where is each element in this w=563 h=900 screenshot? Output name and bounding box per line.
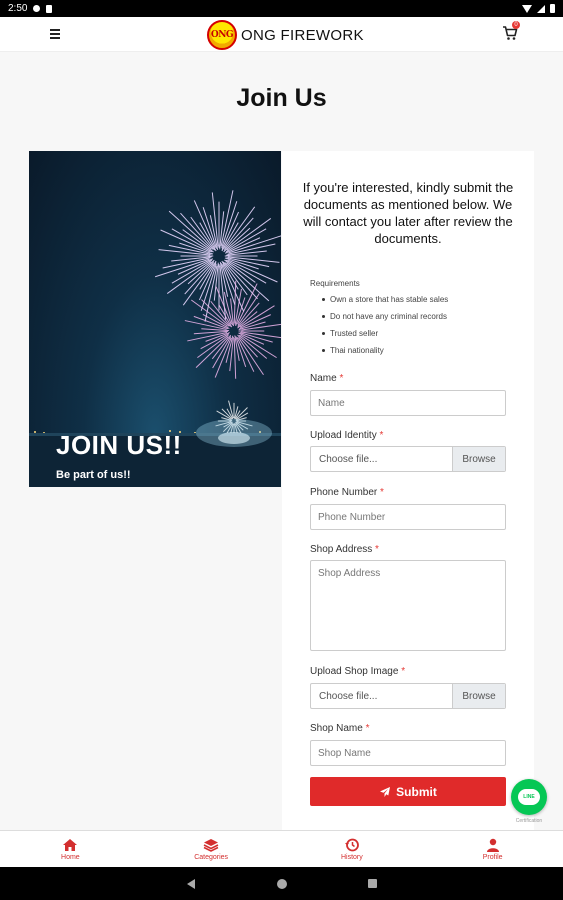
hamburger-line	[50, 37, 60, 39]
phone-input[interactable]	[310, 504, 506, 530]
line-chat-button[interactable]: LINE	[511, 779, 547, 815]
cart-badge: 0	[512, 21, 520, 29]
shop-image-file-input[interactable]: Choose file... Browse	[310, 683, 506, 709]
home-icon	[63, 838, 78, 851]
identity-file-name[interactable]: Choose file...	[311, 447, 452, 471]
requirement-item: Trusted seller	[322, 328, 448, 345]
identity-label-text: Upload Identity	[310, 430, 377, 441]
back-icon[interactable]	[187, 879, 195, 889]
identity-browse-button[interactable]: Browse	[452, 447, 505, 471]
hamburger-line	[50, 33, 60, 35]
shop-image-browse-button[interactable]: Browse	[452, 684, 505, 708]
wifi-icon	[522, 4, 532, 13]
requirement-item: Do not have any criminal records	[322, 311, 448, 328]
required-mark: *	[375, 544, 379, 555]
phone-label-text: Phone Number	[310, 487, 378, 498]
shop-image-file-name[interactable]: Choose file...	[311, 684, 452, 708]
identity-label: Upload Identity *	[310, 430, 383, 441]
nav-item-categories[interactable]: Categories	[141, 831, 282, 867]
profile-icon	[486, 838, 499, 852]
submit-button[interactable]: Submit	[310, 777, 506, 806]
page-title: Join Us	[236, 84, 327, 112]
shop-name-input[interactable]	[310, 740, 506, 766]
shop-name-label-text: Shop Name	[310, 723, 363, 734]
submit-label: Submit	[396, 784, 437, 799]
nav-item-history[interactable]: History	[282, 831, 423, 867]
fab-caption: Certification	[515, 818, 543, 824]
required-mark: *	[339, 373, 344, 384]
requirements-title: Requirements	[310, 279, 360, 288]
logo-text: ONG	[210, 30, 234, 40]
recents-icon[interactable]	[368, 879, 377, 888]
required-mark: *	[401, 666, 406, 677]
status-time: 2:50	[8, 3, 28, 14]
form-intro: If you're interested, kindly submit the …	[302, 180, 514, 246]
brand[interactable]: ONG ONG FIREWORK	[207, 20, 364, 50]
brand-name: ONG FIREWORK	[241, 26, 364, 44]
hero-image: JOIN US!! Be part of us!!	[29, 151, 281, 487]
hero-title: JOIN US!!	[56, 430, 182, 460]
battery-icon	[550, 4, 555, 13]
hero-subtitle: Be part of us!!	[56, 469, 131, 481]
shop-image-label: Upload Shop Image *	[310, 666, 405, 677]
status-bar: 2:50	[0, 0, 563, 17]
required-mark: *	[379, 430, 384, 441]
home-circle-icon[interactable]	[277, 879, 287, 889]
history-icon	[344, 838, 359, 851]
bottom-nav: Home Categories History Profile	[0, 830, 563, 867]
requirements-list: Own a store that has stable sales Do not…	[322, 294, 448, 362]
nav-label: Home	[61, 853, 80, 861]
required-mark: *	[380, 487, 384, 498]
nav-item-home[interactable]: Home	[0, 831, 141, 867]
hamburger-icon	[50, 29, 60, 31]
requirement-item: Thai nationality	[322, 345, 448, 362]
app-header: ONG ONG FIREWORK 0	[0, 17, 563, 52]
sd-card-icon	[46, 4, 53, 13]
send-icon	[380, 786, 391, 797]
phone-label: Phone Number *	[310, 487, 384, 498]
brand-logo: ONG	[207, 20, 237, 50]
requirement-item: Own a store that has stable sales	[322, 294, 448, 311]
shop-name-label: Shop Name *	[310, 723, 370, 734]
address-textarea[interactable]	[310, 560, 506, 651]
line-chat-text: LINE	[523, 794, 535, 800]
name-input[interactable]	[310, 390, 506, 416]
nav-label: History	[340, 853, 363, 861]
identity-file-input[interactable]: Choose file... Browse	[310, 446, 506, 472]
line-chat-icon: LINE	[518, 789, 540, 805]
layers-icon	[203, 838, 219, 852]
menu-button[interactable]	[50, 26, 64, 42]
name-label-text: Name	[310, 373, 337, 384]
address-label: Shop Address *	[310, 544, 379, 555]
system-nav-bar	[0, 867, 563, 900]
address-label-text: Shop Address	[310, 544, 373, 555]
shop-image-label-text: Upload Shop Image	[310, 666, 399, 677]
signal-icon	[537, 4, 545, 13]
nav-label: Categories	[194, 853, 229, 861]
settings-icon	[33, 5, 41, 12]
nav-label: Profile	[482, 853, 503, 861]
join-form: If you're interested, kindly submit the …	[282, 151, 534, 830]
name-label: Name *	[310, 373, 343, 384]
nav-item-profile[interactable]: Profile	[422, 831, 563, 867]
required-mark: *	[365, 723, 370, 734]
